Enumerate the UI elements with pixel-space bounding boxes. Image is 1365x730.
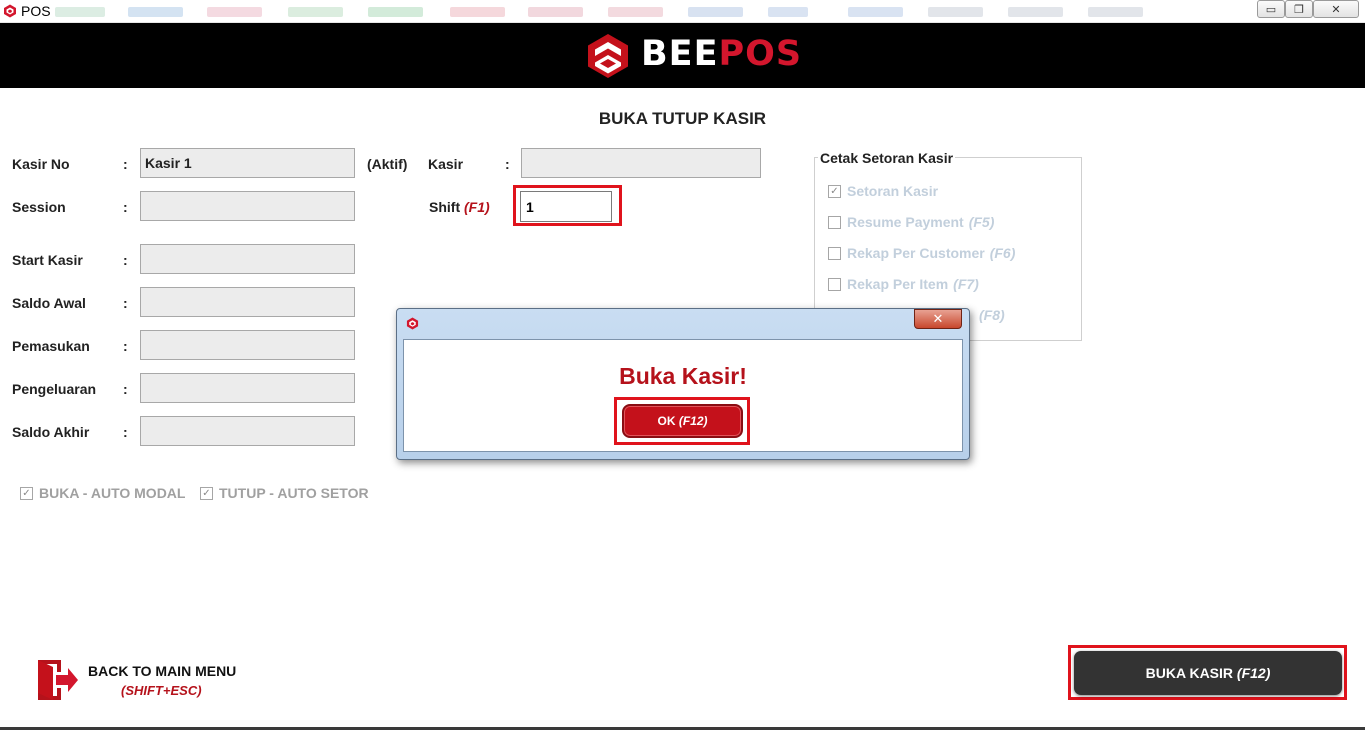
rekap-per-item-checkbox[interactable]: Rekap Per Item (F7) (828, 276, 979, 292)
window-close-button[interactable]: ✕ (1313, 0, 1359, 18)
kasir-field[interactable] (521, 148, 761, 178)
setoran-kasir-checkbox[interactable]: ✓ Setoran Kasir (828, 183, 938, 199)
start-kasir-field[interactable] (140, 244, 355, 274)
session-field[interactable] (140, 191, 355, 221)
colon: : (123, 252, 128, 268)
setoran-kasir-label: Setoran Kasir (847, 183, 939, 199)
check-icon: ✓ (20, 486, 33, 500)
door-exit-icon[interactable] (37, 659, 79, 701)
resume-payment-checkbox[interactable]: Resume Payment (F5) (828, 214, 994, 230)
colon: : (123, 295, 128, 311)
restore-icon: ❐ (1294, 3, 1304, 16)
pemasukan-label: Pemasukan (12, 338, 90, 354)
shift-shortcut: (F1) (464, 199, 490, 215)
start-kasir-label: Start Kasir (12, 252, 83, 268)
checkbox-box (828, 246, 841, 260)
rekap-per-customer-label: Rekap Per Customer (847, 245, 985, 261)
colon: : (123, 424, 128, 440)
session-label: Session (12, 199, 66, 215)
check-icon: ✓ (200, 486, 213, 500)
colon: : (123, 381, 128, 397)
rekap-per-customer-shortcut: (F6) (989, 245, 1016, 261)
back-to-main-menu-link[interactable]: BACK TO MAIN MENU (88, 663, 236, 679)
window-title: POS (21, 3, 51, 19)
tutup-auto-setor-checkbox[interactable]: ✓ TUTUP - AUTO SETOR (200, 485, 369, 501)
hidden-option-shortcut: (F8) (979, 307, 1005, 323)
minimize-button[interactable]: ▭ (1257, 0, 1285, 18)
window-titlebar (0, 0, 1365, 23)
pengeluaran-field[interactable] (140, 373, 355, 403)
background-ghost (207, 7, 262, 17)
aktif-label: (Aktif) (367, 156, 408, 172)
app-logo-icon (4, 4, 16, 18)
buka-auto-modal-checkbox[interactable]: ✓ BUKA - AUTO MODAL (20, 485, 185, 501)
kasir-no-field[interactable]: Kasir 1 (140, 148, 355, 178)
colon: : (123, 199, 128, 215)
tutup-auto-setor-label: TUTUP - AUTO SETOR (219, 485, 369, 501)
resume-payment-label: Resume Payment (847, 214, 964, 230)
buka-kasir-button[interactable]: BUKA KASIR (F12) (1074, 651, 1342, 695)
checkbox-box (828, 277, 841, 291)
resume-payment-shortcut: (F5) (968, 214, 995, 230)
kasir-no-label: Kasir No (12, 156, 70, 172)
colon: : (123, 338, 128, 354)
close-icon: ✕ (1331, 3, 1341, 16)
kasir-label: Kasir (428, 156, 464, 172)
minimize-icon: ▭ (1265, 3, 1277, 16)
ok-shortcut: (F12) (678, 414, 708, 428)
background-ghost (450, 7, 505, 17)
buka-kasir-shortcut: (F12) (1236, 665, 1271, 681)
background-ghost (688, 7, 743, 17)
background-ghost (928, 7, 983, 17)
saldo-awal-label: Saldo Awal (12, 295, 86, 311)
background-ghost (288, 7, 343, 17)
restore-button[interactable]: ❐ (1285, 0, 1313, 18)
page-title: BUKA TUTUP KASIR (598, 109, 767, 128)
dialog-message: Buka Kasir! (619, 363, 747, 389)
back-shortcut: (SHIFT+ESC) (121, 683, 202, 698)
check-icon: ✓ (828, 184, 841, 198)
pengeluaran-label: Pengeluaran (12, 381, 97, 397)
saldo-akhir-field[interactable] (140, 416, 355, 446)
saldo-akhir-label: Saldo Akhir (12, 424, 90, 440)
beepos-logo-icon (588, 34, 628, 78)
shift-input[interactable]: 1 (520, 191, 612, 222)
background-ghost (848, 7, 903, 17)
ok-label: OK (657, 414, 676, 428)
ok-button[interactable]: OK (F12) (622, 404, 743, 438)
beepos-logo-text: BEEPOS (641, 34, 803, 74)
background-ghost (128, 7, 183, 17)
cetak-setoran-legend: Cetak Setoran Kasir (818, 150, 956, 166)
background-ghost (1088, 7, 1143, 17)
rekap-per-item-label: Rekap Per Item (847, 276, 949, 292)
background-ghost (608, 7, 663, 17)
rekap-per-item-shortcut: (F7) (953, 276, 979, 292)
close-icon: ✕ (932, 311, 944, 326)
buka-auto-modal-label: BUKA - AUTO MODAL (39, 485, 186, 501)
saldo-awal-field[interactable] (140, 287, 355, 317)
background-ghost (768, 7, 808, 17)
beepos-logo-icon (406, 317, 419, 330)
background-ghost (55, 7, 105, 17)
background-ghost (368, 7, 423, 17)
colon: : (123, 156, 128, 172)
buka-kasir-label: BUKA KASIR (1145, 665, 1234, 681)
colon: : (505, 156, 510, 172)
shift-label: Shift (F1) (429, 199, 490, 215)
dialog-close-button[interactable]: ✕ (914, 309, 962, 329)
checkbox-box (828, 215, 841, 229)
rekap-per-customer-checkbox[interactable]: Rekap Per Customer (F6) (828, 245, 1015, 261)
background-ghost (1008, 7, 1063, 17)
pemasukan-field[interactable] (140, 330, 355, 360)
background-ghost (528, 7, 583, 17)
